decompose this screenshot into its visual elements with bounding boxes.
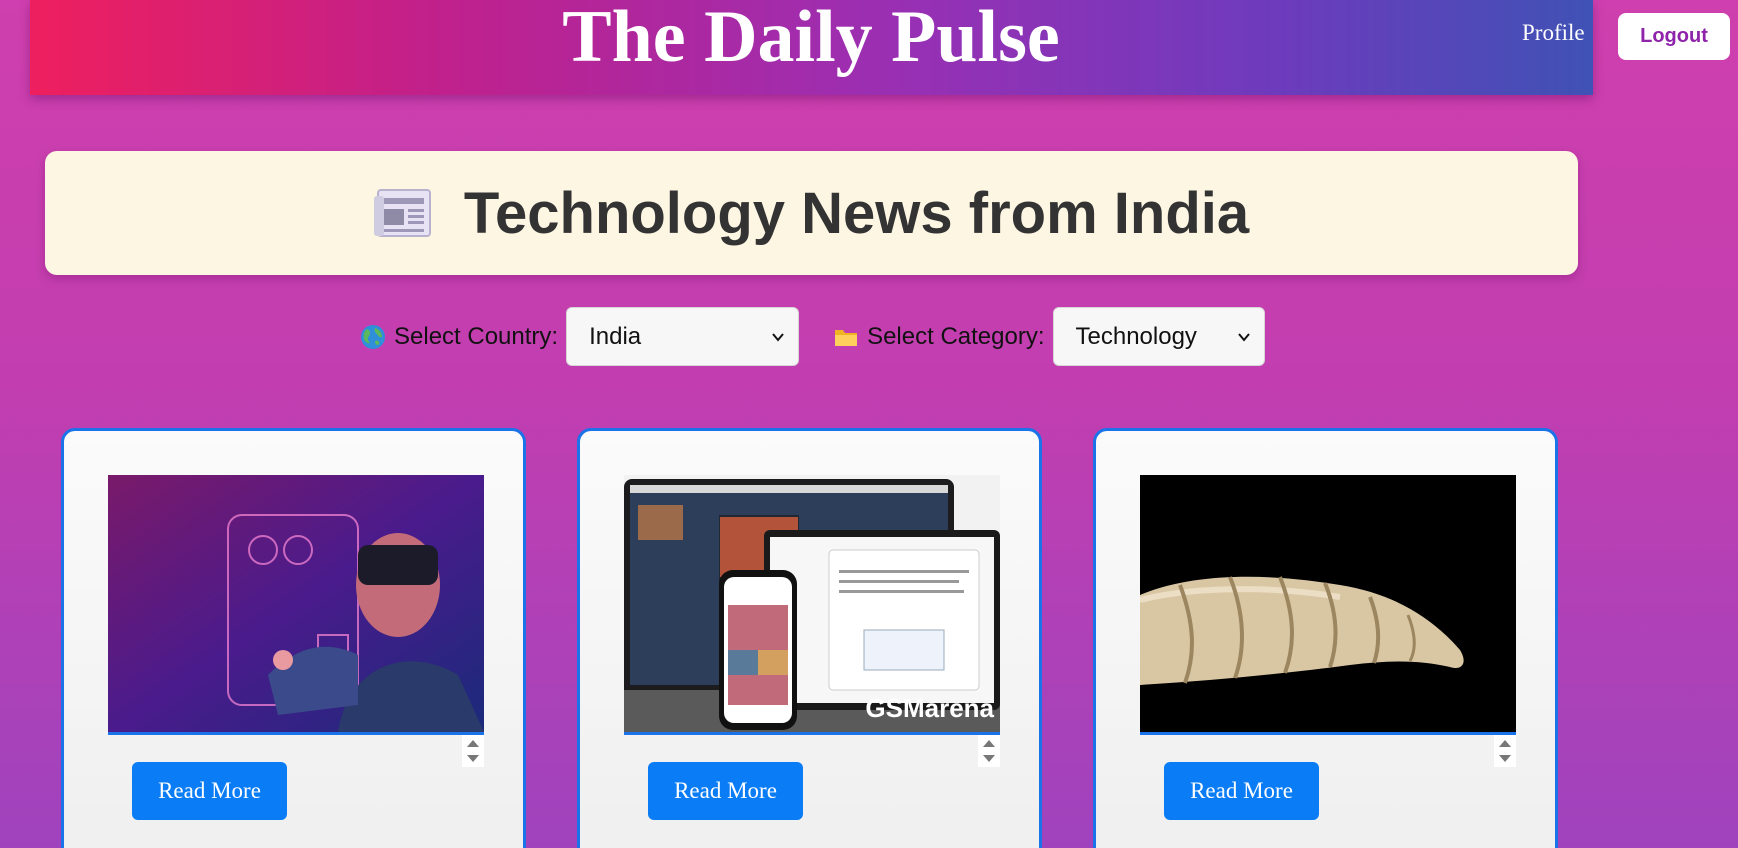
logout-button[interactable]: Logout (1618, 13, 1730, 60)
category-select[interactable]: Technology (1052, 307, 1265, 366)
country-label: Select Country: (394, 322, 559, 350)
article-card: Read More (61, 428, 526, 848)
category-label: Select Category: (867, 322, 1045, 350)
read-more-button[interactable]: Read More (1164, 762, 1319, 820)
country-filter: Select Country: India (360, 307, 833, 366)
read-more-button[interactable]: Read More (132, 762, 287, 820)
article-card: Read More (1093, 428, 1558, 848)
larva-closeup-image[interactable] (1140, 475, 1516, 735)
globe-icon (361, 324, 385, 349)
image-scroll-arrows-icon[interactable] (462, 735, 484, 767)
image-scroll-arrows-icon[interactable] (1494, 735, 1516, 767)
newspaper-icon (373, 189, 431, 237)
headline-panel: Technology News from India (45, 151, 1578, 275)
apple-devices-screenshot-image[interactable]: GSMarena (624, 475, 1000, 735)
country-select-value: India (589, 322, 642, 350)
folder-icon (835, 329, 858, 346)
site-title: The Daily Pulse (562, 0, 1060, 78)
image-watermark: GSMarena (865, 693, 994, 723)
article-card: GSMarena Read More (577, 428, 1042, 848)
country-select[interactable]: India (566, 307, 800, 366)
category-select-value: Technology (1075, 322, 1197, 350)
filter-bar: Select Country: India Select Category: T… (360, 306, 1265, 367)
read-more-button[interactable]: Read More (648, 762, 803, 820)
profile-link[interactable]: Profile (1522, 20, 1585, 46)
image-scroll-arrows-icon[interactable] (978, 735, 1000, 767)
page-headline: Technology News from India (463, 180, 1250, 246)
vr-headset-person-image[interactable] (108, 475, 484, 735)
chevron-down-icon (1237, 332, 1250, 342)
category-filter: Select Category: Technology (833, 307, 1265, 366)
chevron-down-icon (772, 332, 784, 342)
